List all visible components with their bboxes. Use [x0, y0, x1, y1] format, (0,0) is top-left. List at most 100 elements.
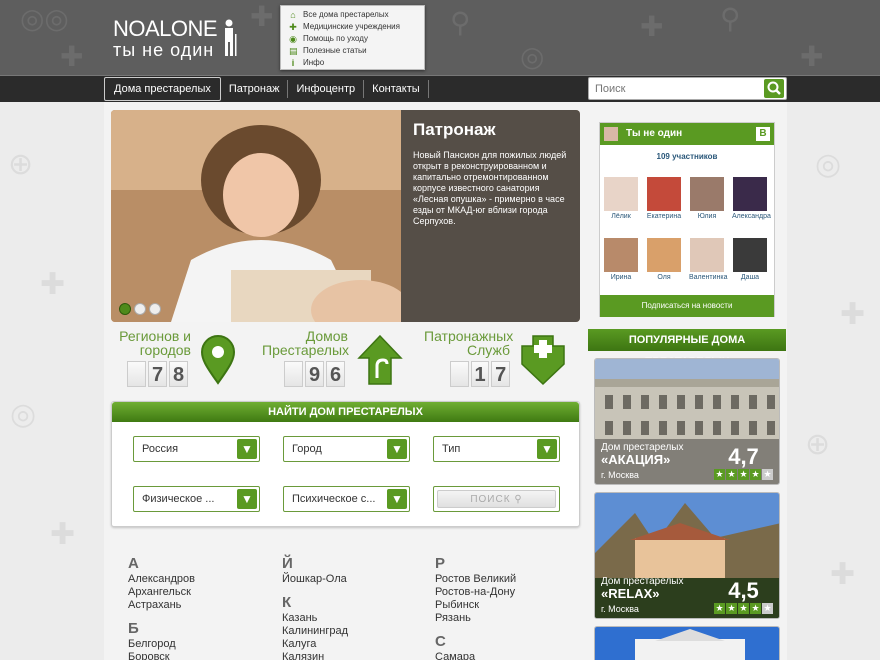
hero-slider[interactable]: Патронаж Новый Пансион для пожилых людей… [111, 110, 580, 322]
mental-state-select[interactable]: Психическое с... ▼ [283, 486, 410, 512]
country-select[interactable]: Россия ▼ [133, 436, 260, 462]
home-rating: 4,5 ★ ★ ★ ★ ★ [714, 578, 773, 614]
chevron-down-icon: ▼ [237, 489, 257, 509]
dropdown-item[interactable]: ⌂ Все дома престарелых [289, 9, 424, 21]
vk-members-count[interactable]: 109 участников [600, 152, 774, 161]
city-link[interactable]: Белгород [128, 638, 195, 651]
vk-member[interactable]: Юлия [689, 177, 725, 220]
logo[interactable]: NOALONE ты не один [113, 16, 237, 60]
home-card[interactable]: Дом престарелых «RELAX» г. Москва 4,5 ★ ★… [594, 492, 780, 619]
vk-member[interactable]: Даша [732, 238, 768, 281]
city-link[interactable]: Ростов-на-Дону [435, 586, 516, 599]
member-name: Валентинка [689, 274, 728, 281]
finder-search-button[interactable]: ПОИСК ⚲ [433, 486, 560, 512]
vk-member[interactable]: Валентинка [689, 238, 728, 281]
city-link[interactable]: Рязань [435, 612, 516, 625]
cane-icon [357, 334, 403, 385]
home-name: «АКАЦИЯ» [601, 452, 671, 467]
vk-member[interactable]: Лёлик [603, 177, 639, 220]
stat-counter: 96 [284, 361, 348, 387]
type-select[interactable]: Тип ▼ [433, 436, 560, 462]
member-avatar [604, 238, 638, 272]
logo-name: NOALONE [113, 16, 218, 41]
stat-patronage: Патронажных Служб 17 [424, 328, 514, 387]
dropdown-item[interactable]: ◉ Помощь по уходу [289, 33, 424, 45]
home-card[interactable] [594, 626, 780, 660]
home-finder: НАЙТИ ДОМ ПРЕСТАРЕЛЫХ Россия ▼ Город ▼ Тип… [111, 401, 580, 527]
vk-member[interactable]: Екатерина [646, 177, 682, 220]
letter-heading: А [128, 555, 139, 572]
letter-group: Б Белгород Боровск [128, 620, 195, 660]
vk-member[interactable]: Ирина [603, 238, 639, 281]
city-link[interactable]: Калининград [282, 625, 348, 638]
building-photo [595, 627, 779, 660]
city-link[interactable]: Александров [128, 573, 195, 586]
member-name: Даша [740, 274, 760, 281]
bg-pattern-icon: ✚ [50, 517, 76, 552]
city-link[interactable]: Боровск [128, 651, 195, 660]
dropdown-item-label: Полезные статьи [303, 46, 367, 55]
letter-group: С Самара [435, 633, 516, 660]
city-link[interactable]: Архангельск [128, 586, 195, 599]
site-search [588, 77, 787, 100]
bg-pattern-icon: ◎ [815, 147, 842, 182]
city-select[interactable]: Город ▼ [283, 436, 410, 462]
bg-pattern-icon: ◎ [10, 397, 37, 432]
dropdown-item-label: Медицинские учреждения [303, 22, 400, 31]
search-icon: ⚲ [514, 494, 523, 505]
document-icon: ▤ [289, 46, 298, 56]
home-name: «RELAX» [601, 586, 660, 601]
stat-label: Патронажных Служб [424, 328, 514, 358]
cities-column-2: Й Йошкар-Ола К Казань Калининград Калуга Каляз… [282, 555, 348, 660]
stat-counter: 78 [127, 361, 191, 387]
letter-heading: Р [435, 555, 446, 572]
city-link[interactable]: Рыбинск [435, 599, 516, 612]
dropdown-item[interactable]: ▤ Полезные статьи [289, 45, 424, 57]
group-avatar [604, 127, 618, 141]
dropdown-item[interactable]: i Инфо [289, 57, 424, 69]
member-avatar [647, 238, 681, 272]
catalog-dropdown: ⌂ Все дома престарелых ✚ Медицинские учрежд… [280, 5, 425, 70]
stat-regions: Регионов и городов 78 [116, 329, 191, 387]
letter-group: Й Йошкар-Ола [282, 555, 348, 586]
vk-header[interactable]: Ты не один В [600, 123, 774, 145]
vk-widget: Ты не один В 109 участников Подписаться … [599, 122, 775, 317]
map-pin-icon [200, 335, 236, 385]
nav-item[interactable]: Контакты [364, 80, 429, 98]
nav-item[interactable]: Дома престарелых [104, 77, 221, 101]
slide-title: Патронаж [413, 120, 496, 139]
city-link[interactable]: Калязин [282, 651, 348, 660]
slide-caption: Патронаж Новый Пансион для пожилых людей… [401, 110, 580, 322]
popular-homes-title: ПОПУЛЯРНЫЕ ДОМА ПРЕСТАРЕЛЫХ [588, 329, 786, 368]
slider-dots [119, 303, 161, 315]
letter-heading: Й [282, 555, 293, 572]
slider-dot[interactable] [119, 303, 131, 315]
physical-state-select[interactable]: Физическое ... ▼ [133, 486, 260, 512]
vk-member[interactable]: Оля [646, 238, 682, 281]
dropdown-item[interactable]: ✚ Медицинские учреждения [289, 21, 424, 33]
nav-item[interactable]: Патронаж [221, 80, 289, 98]
medical-cross-icon: ✚ [289, 22, 297, 32]
stat-counter: 17 [450, 361, 511, 387]
city-link[interactable]: Калуга [282, 638, 348, 651]
subscribe-button[interactable]: Подписаться на новости [600, 295, 774, 317]
city-link[interactable]: Астрахань [128, 599, 195, 612]
search-input[interactable] [589, 78, 759, 99]
search-button[interactable] [764, 79, 784, 98]
city-link[interactable]: Йошкар-Ола [282, 573, 348, 586]
cities-column-1: А Александров Архангельск Астрахань Б Белгоро… [128, 555, 195, 660]
vk-member[interactable]: Александра [732, 177, 771, 220]
star-rating: ★ ★ ★ ★ ★ [714, 469, 773, 480]
home-card[interactable]: Дом престарелых «АКАЦИЯ» г. Москва 4,7 ★… [594, 358, 780, 485]
bg-pattern-icon: ⊕ [805, 427, 831, 462]
city-link[interactable]: Самара [435, 651, 516, 660]
bg-pattern-icon: ✚ [40, 267, 66, 302]
city-link[interactable]: Казань [282, 612, 348, 625]
nav-item[interactable]: Инфоцентр [288, 80, 365, 98]
slider-dot[interactable] [134, 303, 146, 315]
home-card-info: Дом престарелых «RELAX» г. Москва [601, 576, 684, 614]
vk-title: Ты не один [626, 128, 683, 139]
city-link[interactable]: Ростов Великий [435, 573, 516, 586]
slider-dot[interactable] [149, 303, 161, 315]
medical-shield-icon [521, 335, 565, 386]
